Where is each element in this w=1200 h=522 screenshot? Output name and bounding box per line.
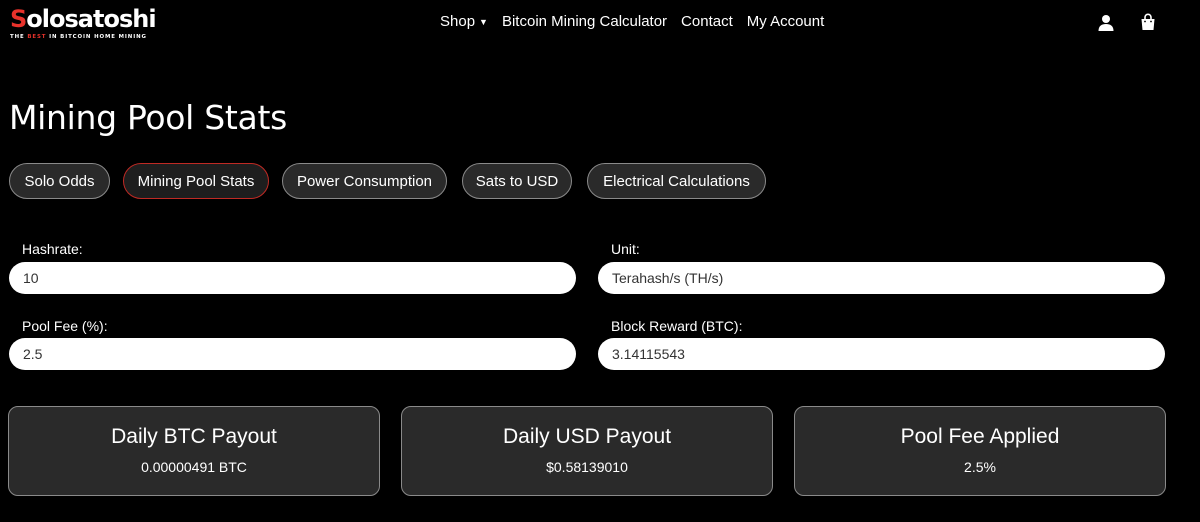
block-reward-input[interactable]: 3.14115543 [598,338,1165,370]
nav-item-mining-calculator[interactable]: Bitcoin Mining Calculator [502,13,667,30]
tab-solo-odds[interactable]: Solo Odds [9,163,110,199]
nav-item-label: Shop [440,13,476,30]
nav-item-my-account[interactable]: My Account [747,13,825,30]
tagline-pre: THE [10,34,28,40]
chevron-down-icon: ▼ [479,16,488,27]
site-logo[interactable]: Solosatoshi THE BEST IN BITCOIN HOME MIN… [10,4,170,42]
pool-fee-label: Pool Fee (%): [22,318,108,334]
unit-select[interactable]: Terahash/s (TH/s) [598,262,1165,294]
site-header: Solosatoshi THE BEST IN BITCOIN HOME MIN… [0,0,1200,46]
tagline-highlight: BEST [27,34,47,40]
user-icon[interactable] [1097,14,1115,32]
nav-item-contact[interactable]: Contact [681,13,733,30]
page-title: Mining Pool Stats [9,98,287,137]
block-reward-label: Block Reward (BTC): [611,318,743,334]
logo-initial: S [10,5,27,33]
main-nav: Shop ▼ Bitcoin Mining Calculator Contact … [440,13,824,30]
result-card-btc-payout: Daily BTC Payout 0.00000491 BTC [8,406,380,496]
hashrate-label: Hashrate: [22,241,83,257]
logo-name: olosatoshi [26,5,156,33]
tab-power-consumption[interactable]: Power Consumption [282,163,447,199]
card-title: Daily BTC Payout [111,425,277,448]
hashrate-input[interactable]: 10 [9,262,576,294]
card-title: Daily USD Payout [502,425,672,448]
pool-fee-input[interactable]: 2.5 [9,338,576,370]
logo-tagline: THE BEST IN BITCOIN HOME MINING [10,34,147,40]
card-value: 0.00000491 BTC [141,459,247,475]
logo-wordmark: Solosatoshi [10,4,157,34]
result-card-pool-fee: Pool Fee Applied 2.5% [794,406,1166,496]
unit-label: Unit: [611,241,640,257]
tab-sats-to-usd[interactable]: Sats to USD [462,163,572,199]
nav-item-shop[interactable]: Shop ▼ [440,13,488,30]
result-card-usd-payout: Daily USD Payout $0.58139010 [401,406,773,496]
card-title: Pool Fee Applied [900,425,1060,448]
shopping-bag-icon[interactable] [1139,13,1157,31]
tagline-post: IN BITCOIN HOME MINING [46,34,147,40]
tab-electrical-calculations[interactable]: Electrical Calculations [587,163,766,199]
tab-mining-pool-stats[interactable]: Mining Pool Stats [123,163,269,199]
card-value: $0.58139010 [546,459,628,475]
card-value: 2.5% [964,459,996,475]
